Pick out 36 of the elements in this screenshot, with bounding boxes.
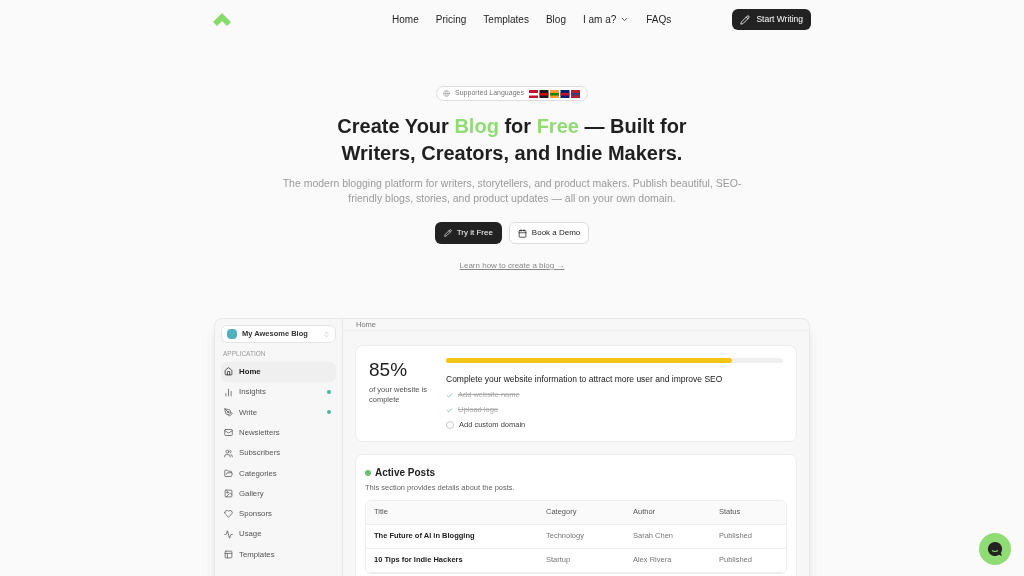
image-icon bbox=[224, 489, 233, 499]
progress-percent: 85% bbox=[369, 358, 409, 383]
nav-link[interactable]: Templates bbox=[483, 12, 529, 27]
globe-icon bbox=[443, 90, 451, 97]
flags-icon bbox=[528, 89, 581, 98]
start-writing-button[interactable]: Start Writing bbox=[732, 9, 811, 30]
home-icon bbox=[224, 367, 233, 377]
nav-link[interactable]: Blog bbox=[545, 12, 566, 27]
chat-button[interactable] bbox=[979, 533, 1011, 565]
book-demo-button[interactable]: Book a Demo bbox=[508, 222, 590, 244]
hero-title: Create Your Blog for Free — Built for Writers, Creators, and Indie Makers. bbox=[337, 114, 687, 166]
posts-title: Active Posts bbox=[375, 466, 436, 481]
learn-link[interactable]: Learn how to create a blog → bbox=[459, 260, 565, 272]
activity-icon bbox=[224, 529, 233, 539]
nav-link[interactable]: FAQs bbox=[646, 12, 672, 27]
nav-link[interactable]: Home bbox=[392, 12, 419, 27]
chevron-icon bbox=[323, 330, 330, 338]
users-icon bbox=[224, 448, 233, 458]
try-free-button[interactable]: Try it Free bbox=[434, 222, 502, 244]
pencil-icon bbox=[740, 14, 751, 25]
logo-icon[interactable] bbox=[213, 12, 231, 27]
nav-link[interactable]: Pricing bbox=[435, 12, 467, 27]
folder-icon bbox=[224, 468, 233, 478]
nav-link[interactable]: I am a? bbox=[582, 12, 630, 27]
pencil-icon bbox=[443, 229, 452, 237]
heart-icon bbox=[224, 509, 233, 519]
hero-subtitle: The modern blogging platform for writers, storytellers, and product makers. Publish beautiful, SEO-friendly blogs, stories, and product updates — all on your own domain. bbox=[281, 176, 743, 206]
layout-icon bbox=[224, 550, 233, 560]
pen-icon bbox=[224, 408, 233, 417]
blog-avatar-icon bbox=[227, 329, 237, 339]
progress-heading: Complete your website information to attract more user and improve SEO bbox=[446, 373, 724, 386]
calendar-icon bbox=[517, 228, 527, 238]
chevron-down-icon bbox=[620, 15, 630, 24]
bar-chart-icon bbox=[224, 387, 233, 397]
chat-icon bbox=[987, 541, 1003, 557]
mail-icon bbox=[224, 428, 233, 438]
